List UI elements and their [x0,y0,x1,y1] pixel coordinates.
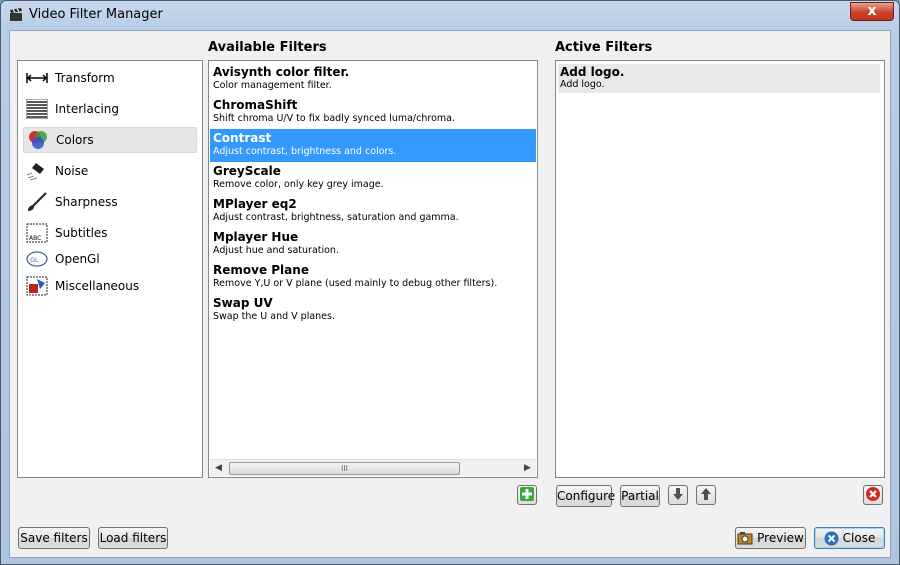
arrow-up-icon [699,487,713,504]
scroll-left-arrow-icon[interactable]: ◀ [210,460,227,477]
add-filter-button[interactable] [517,485,537,505]
clapperboard-icon [9,8,23,22]
arrow-down-icon [671,487,685,504]
colors-icon [26,129,50,151]
scrollbar-thumb[interactable]: III [229,462,460,475]
active-filters-list[interactable]: Add logo. Add logo. [555,60,885,478]
miscellaneous-icon [25,275,49,297]
available-filters-heading: Available Filters [208,40,327,55]
active-filter-item-add-logo[interactable]: Add logo. Add logo. [558,64,880,93]
filter-item-mplayer-eq2[interactable]: MPlayer eq2 Adjust contrast, brightness,… [210,195,536,228]
transform-icon [25,67,49,89]
category-item-opengl[interactable]: GL OpenGl [23,246,197,272]
red-x-icon [865,486,881,505]
filter-item-avisynth[interactable]: Avisynth color filter. Color management … [210,63,536,96]
svg-text:ABC: ABC [29,235,41,242]
subtitles-icon: ABC [25,222,49,244]
partial-button[interactable]: Partial [620,485,660,507]
preview-icon [737,531,753,545]
category-item-sharpness[interactable]: Sharpness [23,189,197,215]
category-item-colors[interactable]: Colors [23,127,197,153]
category-item-noise[interactable]: Noise [23,158,197,184]
category-list[interactable]: Transform Interlacing Colors Noise Sharp… [17,60,203,478]
window-close-button[interactable]: x [850,2,894,21]
sharpness-icon [25,191,49,213]
interlacing-icon [25,98,49,120]
noise-icon [25,160,49,182]
remove-filter-button[interactable] [863,485,883,505]
category-item-transform[interactable]: Transform [23,65,197,91]
configure-button[interactable]: Configure [556,485,615,507]
preview-button[interactable]: Preview [735,527,806,549]
scroll-right-arrow-icon[interactable]: ▶ [519,460,536,477]
opengl-icon: GL [25,248,49,270]
title-bar[interactable]: Video Filter Manager x [1,1,899,29]
move-up-button[interactable] [696,485,716,505]
window: Video Filter Manager x Available Filters… [0,0,900,565]
category-item-miscellaneous[interactable]: Miscellaneous [23,273,197,299]
window-title: Video Filter Manager [29,7,163,22]
save-filters-button[interactable]: Save filters [18,527,90,549]
green-plus-icon [519,486,535,505]
filter-item-remove-plane[interactable]: Remove Plane Remove Y,U or V plane (used… [210,261,536,294]
filter-item-chromashift[interactable]: ChromaShift Shift chroma U/V to fix badl… [210,96,536,129]
category-item-interlacing[interactable]: Interlacing [23,96,197,122]
close-button[interactable]: Close [814,527,885,549]
filter-item-greyscale[interactable]: GreyScale Remove color, only key grey im… [210,162,536,195]
available-filters-list[interactable]: Avisynth color filter. Color management … [208,60,538,478]
load-filters-button[interactable]: Load filters [98,527,168,549]
filter-item-mplayer-hue[interactable]: Mplayer Hue Adjust hue and saturation. [210,228,536,261]
filter-item-swap-uv[interactable]: Swap UV Swap the U and V planes. [210,294,536,327]
horizontal-scrollbar[interactable]: ◀ III ▶ [210,459,536,476]
close-circle-icon [824,531,839,546]
move-down-button[interactable] [668,485,688,505]
dialog-body: Available Filters Active Filters Transfo… [9,30,891,558]
svg-text:GL: GL [30,256,39,264]
filter-item-contrast[interactable]: Contrast Adjust contrast, brightness and… [210,129,536,162]
category-item-subtitles[interactable]: ABC Subtitles [23,220,197,246]
active-filters-heading: Active Filters [555,40,653,55]
